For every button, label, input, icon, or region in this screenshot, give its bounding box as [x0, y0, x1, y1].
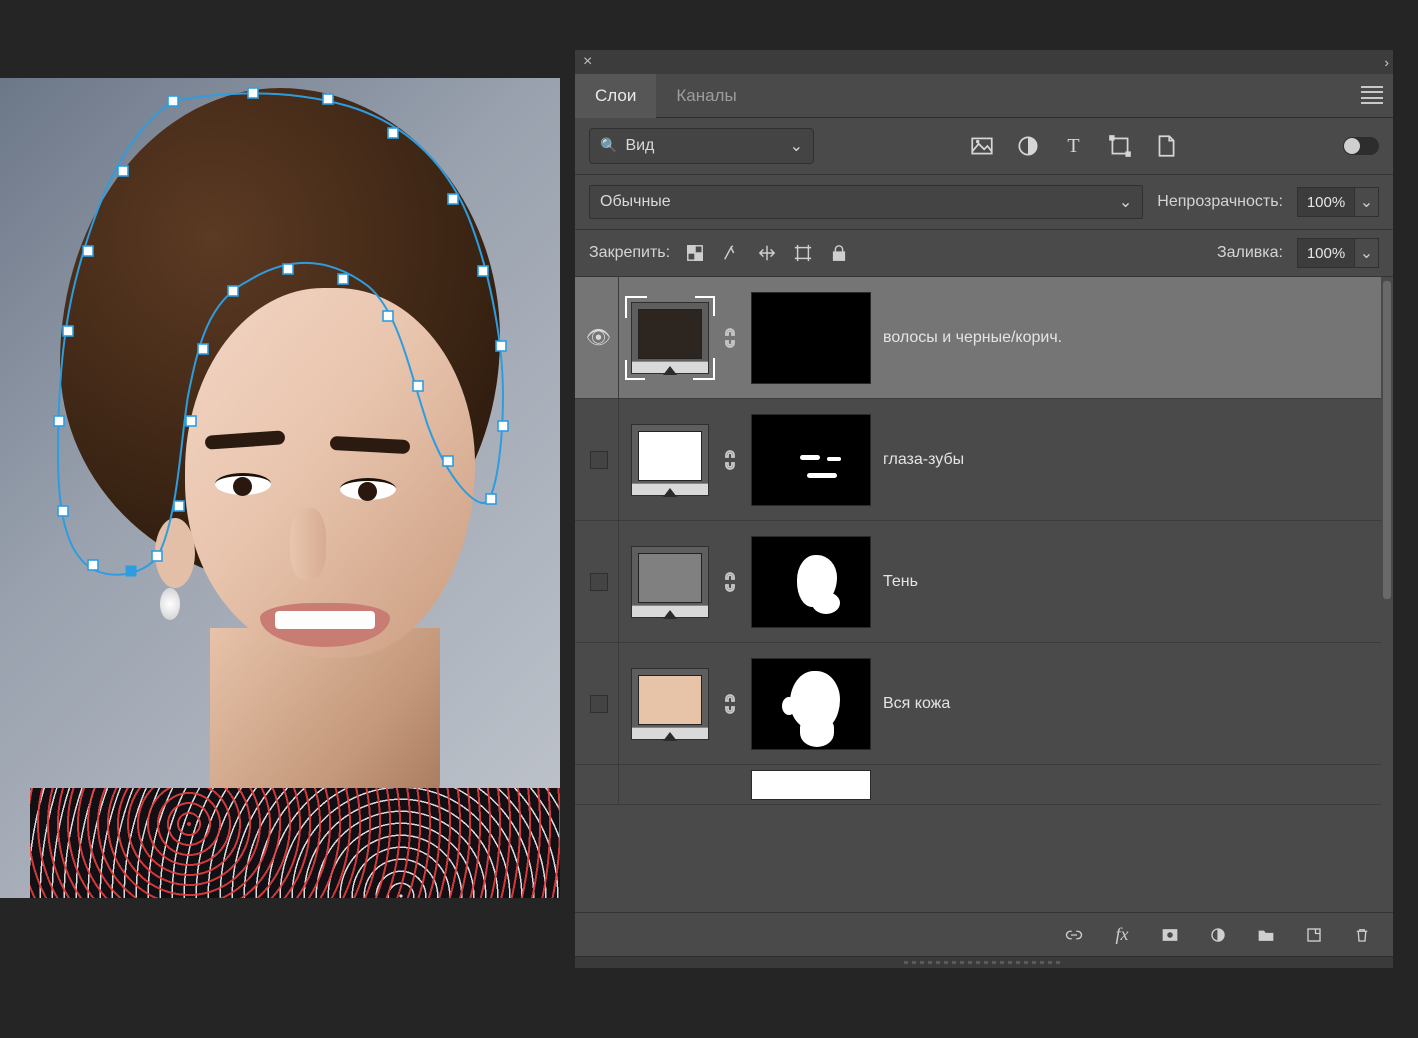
lock-all-icon[interactable]: [828, 242, 850, 264]
layer-name-label[interactable]: Тень: [883, 573, 1385, 591]
canvas[interactable]: [0, 78, 560, 898]
fx-icon[interactable]: fx: [1111, 924, 1133, 946]
layer-row[interactable]: глаза-зубы: [575, 399, 1393, 521]
photo-portrait: [0, 78, 560, 898]
opacity-label: Непрозрачность:: [1157, 193, 1283, 211]
fill-input[interactable]: [1297, 238, 1355, 268]
visibility-eye-icon[interactable]: 👁: [586, 325, 611, 350]
visibility-toggle[interactable]: [590, 573, 608, 591]
group-icon[interactable]: [1255, 924, 1277, 946]
layer-search-kind-select[interactable]: 🔍 Вид ⌄: [589, 128, 814, 164]
lock-artboard-icon[interactable]: [792, 242, 814, 264]
blend-mode-value: Обычные: [600, 193, 671, 211]
layer-thumb[interactable]: [631, 668, 709, 740]
trash-icon[interactable]: [1351, 924, 1373, 946]
blend-mode-select[interactable]: Обычные ⌄: [589, 185, 1143, 219]
link-layers-icon[interactable]: [1063, 924, 1085, 946]
layers-list: 👁 волосы и черные/корич. глаза-зубы: [575, 277, 1393, 912]
search-icon: 🔍: [600, 137, 617, 153]
opacity-dropdown-icon[interactable]: ⌄: [1355, 187, 1379, 217]
panel-menu-icon[interactable]: [1361, 84, 1383, 106]
layers-panel-footer: fx: [575, 912, 1393, 956]
layer-mask-thumb[interactable]: [751, 658, 871, 750]
panel-tabs: Слои Каналы: [575, 74, 1393, 118]
visibility-toggle[interactable]: [590, 695, 608, 713]
layers-scrollbar[interactable]: [1381, 277, 1393, 912]
filter-toggle[interactable]: [1343, 137, 1379, 155]
filter-shape-icon[interactable]: [1107, 133, 1133, 159]
layers-panel: Слои Каналы 🔍 Вид ⌄ T Обычные ⌄ Непрозрач…: [575, 74, 1393, 968]
layer-mask-thumb[interactable]: [751, 536, 871, 628]
filter-smartobject-icon[interactable]: [1153, 133, 1179, 159]
close-icon[interactable]: ×: [583, 53, 592, 71]
layer-mask-link-icon[interactable]: [721, 448, 739, 472]
filter-adjustment-icon[interactable]: [1015, 133, 1041, 159]
tab-channels[interactable]: Каналы: [656, 74, 756, 118]
add-mask-icon[interactable]: [1159, 924, 1181, 946]
fill-dropdown-icon[interactable]: ⌄: [1355, 238, 1379, 268]
adjustment-layer-icon[interactable]: [1207, 924, 1229, 946]
layer-name-label[interactable]: Вся кожа: [883, 695, 1385, 713]
layer-thumb[interactable]: [631, 302, 709, 374]
layer-thumb[interactable]: [631, 546, 709, 618]
layer-name-label[interactable]: волосы и черные/корич.: [883, 329, 1385, 347]
tab-layers[interactable]: Слои: [575, 74, 656, 118]
new-layer-icon[interactable]: [1303, 924, 1325, 946]
layer-mask-thumb[interactable]: [751, 414, 871, 506]
layer-mask-link-icon[interactable]: [721, 570, 739, 594]
layer-row[interactable]: 👁 волосы и черные/корич.: [575, 277, 1393, 399]
layer-mask-thumb[interactable]: [751, 770, 871, 800]
layer-name-label[interactable]: глаза-зубы: [883, 451, 1385, 469]
layer-row[interactable]: Вся кожа: [575, 643, 1393, 765]
layer-row[interactable]: Тень: [575, 521, 1393, 643]
lock-position-icon[interactable]: [756, 242, 778, 264]
lock-label: Закрепить:: [589, 244, 670, 262]
layer-mask-thumb[interactable]: [751, 292, 871, 384]
search-kind-label: Вид: [625, 137, 654, 154]
visibility-toggle[interactable]: [590, 451, 608, 469]
filter-pixel-icon[interactable]: [969, 133, 995, 159]
chevron-down-icon: ⌄: [1119, 192, 1132, 212]
opacity-input[interactable]: [1297, 187, 1355, 217]
chevron-down-icon: ⌄: [790, 136, 803, 156]
filter-type-icon[interactable]: T: [1061, 133, 1087, 159]
lock-transparency-icon[interactable]: [684, 242, 706, 264]
layer-mask-link-icon[interactable]: [721, 692, 739, 716]
layer-thumb[interactable]: [631, 424, 709, 496]
fill-label: Заливка:: [1217, 244, 1283, 262]
collapse-icon[interactable]: ››: [1384, 55, 1385, 70]
panel-resize-grip[interactable]: [575, 956, 1393, 968]
layer-mask-link-icon[interactable]: [721, 326, 739, 350]
lock-image-icon[interactable]: [720, 242, 742, 264]
panel-window-bar: × ››: [575, 50, 1393, 74]
